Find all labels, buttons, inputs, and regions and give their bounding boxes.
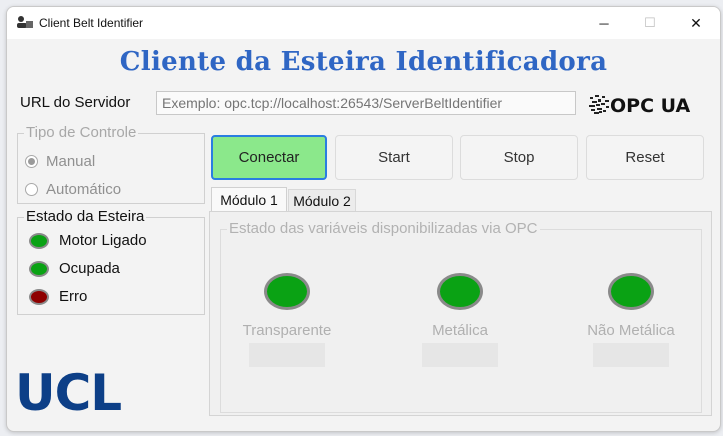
ucl-logo-text: UCL bbox=[15, 364, 121, 414]
stop-button[interactable]: Stop bbox=[460, 135, 578, 180]
minimize-button[interactable]: ─ bbox=[581, 7, 627, 39]
url-label: URL do Servidor bbox=[20, 94, 131, 111]
tab-module-2[interactable]: Módulo 2 bbox=[288, 189, 356, 211]
belt-state-legend: Estado da Esteira bbox=[24, 208, 147, 225]
radio-automatic-indicator[interactable] bbox=[25, 183, 38, 196]
start-button[interactable]: Start bbox=[335, 135, 453, 180]
transparent-indicator bbox=[264, 273, 310, 310]
title-bar: Client Belt Identifier ─ ☐ ✕ bbox=[7, 7, 720, 39]
non-metallic-indicator bbox=[608, 273, 654, 310]
belt-state-group: Estado da Esteira Motor Ligado Ocupada E… bbox=[17, 208, 205, 315]
app-window: Client Belt Identifier ─ ☐ ✕ Cliente da … bbox=[6, 6, 721, 432]
radio-automatic-label: Automático bbox=[46, 181, 122, 198]
opc-ua-logo: OPC UA bbox=[589, 95, 690, 115]
error-status-indicator bbox=[29, 288, 49, 305]
busy-status-label: Ocupada bbox=[59, 260, 120, 277]
belt-state-motor: Motor Ligado bbox=[29, 232, 147, 249]
motor-status-label: Motor Ligado bbox=[59, 232, 147, 249]
belt-state-error: Erro bbox=[29, 288, 87, 305]
metallic-indicator bbox=[437, 273, 483, 310]
control-type-group: Tipo de Controle Manual Automático bbox=[17, 124, 205, 204]
module-1-panel: Estado das variáveis disponibilizadas vi… bbox=[209, 211, 712, 416]
close-button[interactable]: ✕ bbox=[673, 7, 719, 39]
radio-manual[interactable]: Manual bbox=[25, 153, 95, 170]
control-type-legend: Tipo de Controle bbox=[24, 124, 139, 141]
window-title: Client Belt Identifier bbox=[39, 16, 144, 30]
app-icon bbox=[17, 16, 33, 28]
reset-button[interactable]: Reset bbox=[586, 135, 704, 180]
non-metallic-label: Não Metálica bbox=[587, 322, 675, 339]
url-input[interactable] bbox=[156, 91, 576, 115]
radio-manual-indicator[interactable] bbox=[25, 155, 38, 168]
error-status-label: Erro bbox=[59, 288, 88, 305]
opc-variables-group: Estado das variáveis disponibilizadas vi… bbox=[220, 220, 702, 413]
non-metallic-value-field bbox=[593, 343, 669, 367]
metallic-value-field bbox=[422, 343, 498, 367]
ucl-logo: UCL bbox=[15, 364, 122, 414]
transparent-value-field bbox=[249, 343, 325, 367]
radio-automatic[interactable]: Automático bbox=[25, 181, 121, 198]
opc-variables-legend: Estado das variáveis disponibilizadas vi… bbox=[227, 220, 540, 237]
belt-state-busy: Ocupada bbox=[29, 260, 120, 277]
opc-ua-logo-text: OPC UA bbox=[610, 95, 690, 115]
radio-manual-label: Manual bbox=[46, 153, 96, 170]
transparent-label: Transparente bbox=[242, 322, 332, 339]
connect-button[interactable]: Conectar bbox=[211, 135, 327, 180]
motor-status-indicator bbox=[29, 232, 49, 249]
page-title: Cliente da Esteira Identificadora bbox=[119, 47, 608, 77]
maximize-button[interactable]: ☐ bbox=[627, 7, 673, 39]
tab-module-1[interactable]: Módulo 1 bbox=[211, 187, 287, 212]
metallic-label: Metálica bbox=[432, 322, 488, 339]
busy-status-indicator bbox=[29, 260, 49, 277]
